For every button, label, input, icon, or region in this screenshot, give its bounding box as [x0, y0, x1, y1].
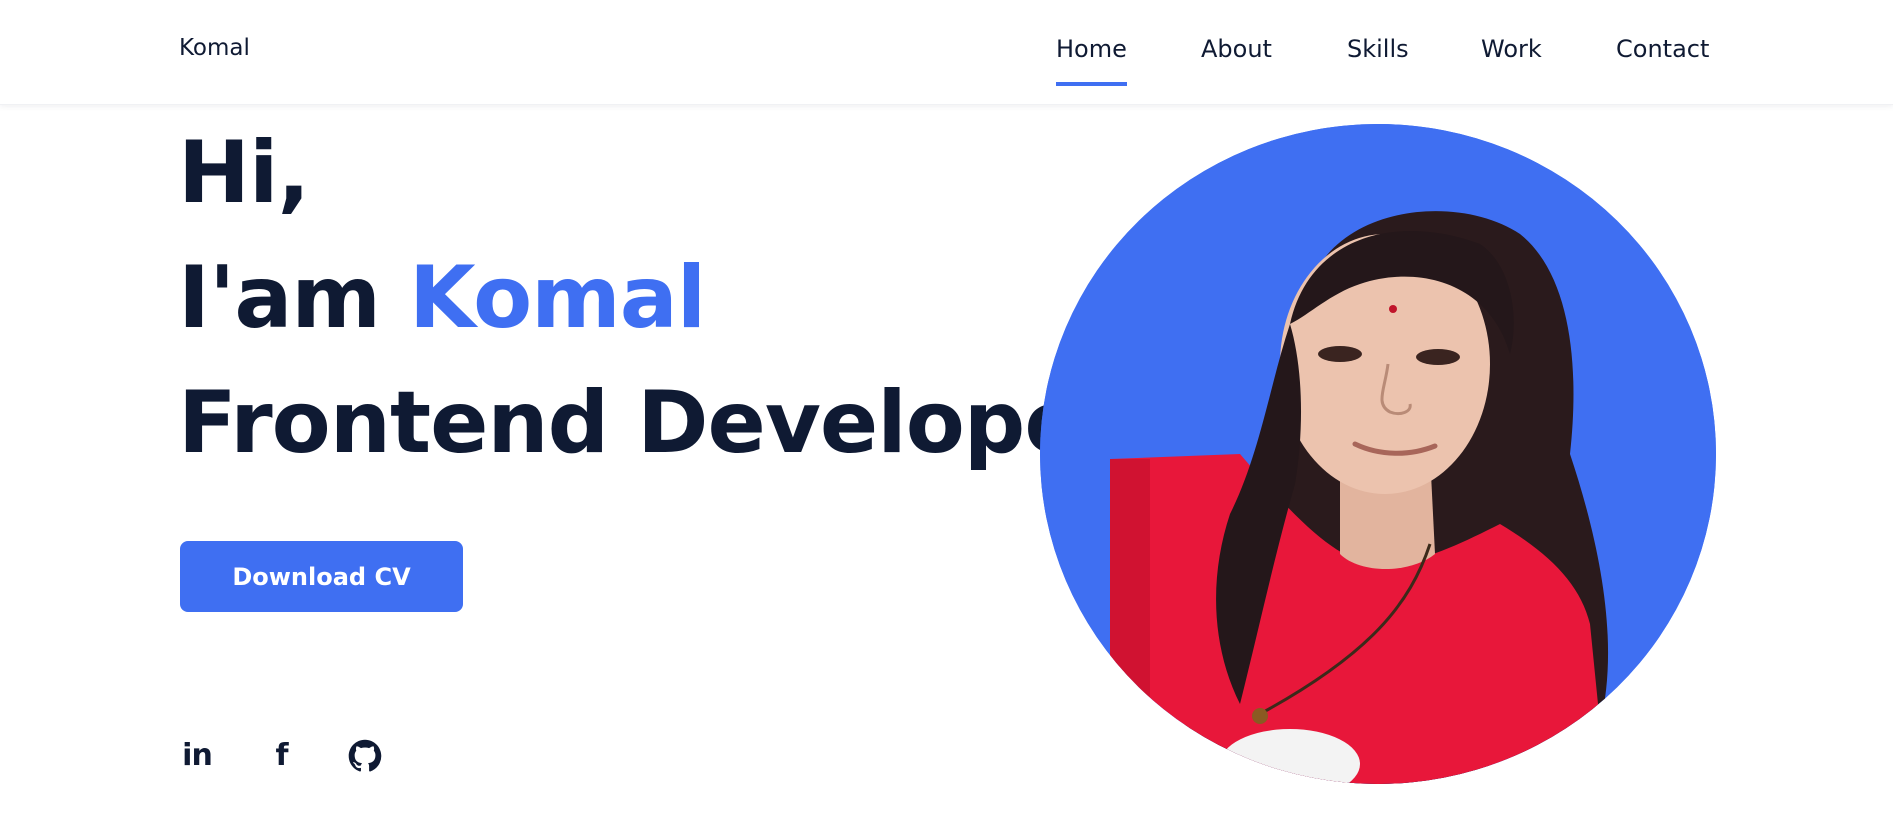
facebook-icon: f [275, 738, 289, 773]
github-link[interactable] [347, 738, 383, 774]
nav-contact[interactable]: Contact [1616, 35, 1709, 63]
github-icon [348, 739, 382, 772]
hero-intro-prefix: I'am [178, 248, 381, 348]
nav-about[interactable]: About [1201, 35, 1272, 63]
nav-home[interactable]: Home [1056, 35, 1127, 86]
nav-work[interactable]: Work [1481, 35, 1542, 63]
portrait-illustration [1040, 124, 1716, 784]
site-header: Komal Home About Skills Work Contact [0, 0, 1893, 105]
profile-photo [1040, 124, 1716, 784]
hero-role: Frontend Developer [178, 373, 1124, 473]
facebook-link[interactable]: f [264, 738, 300, 774]
main-nav: Home About Skills Work Contact [0, 35, 1893, 86]
nav-skills[interactable]: Skills [1347, 35, 1409, 63]
linkedin-link[interactable]: in [179, 738, 215, 774]
hero-greeting: Hi, [178, 123, 310, 223]
download-cv-button[interactable]: Download CV [180, 541, 463, 612]
linkedin-icon: in [182, 738, 213, 773]
hero-name: Komal [408, 248, 706, 348]
hero-intro: I'am Komal [178, 255, 706, 341]
